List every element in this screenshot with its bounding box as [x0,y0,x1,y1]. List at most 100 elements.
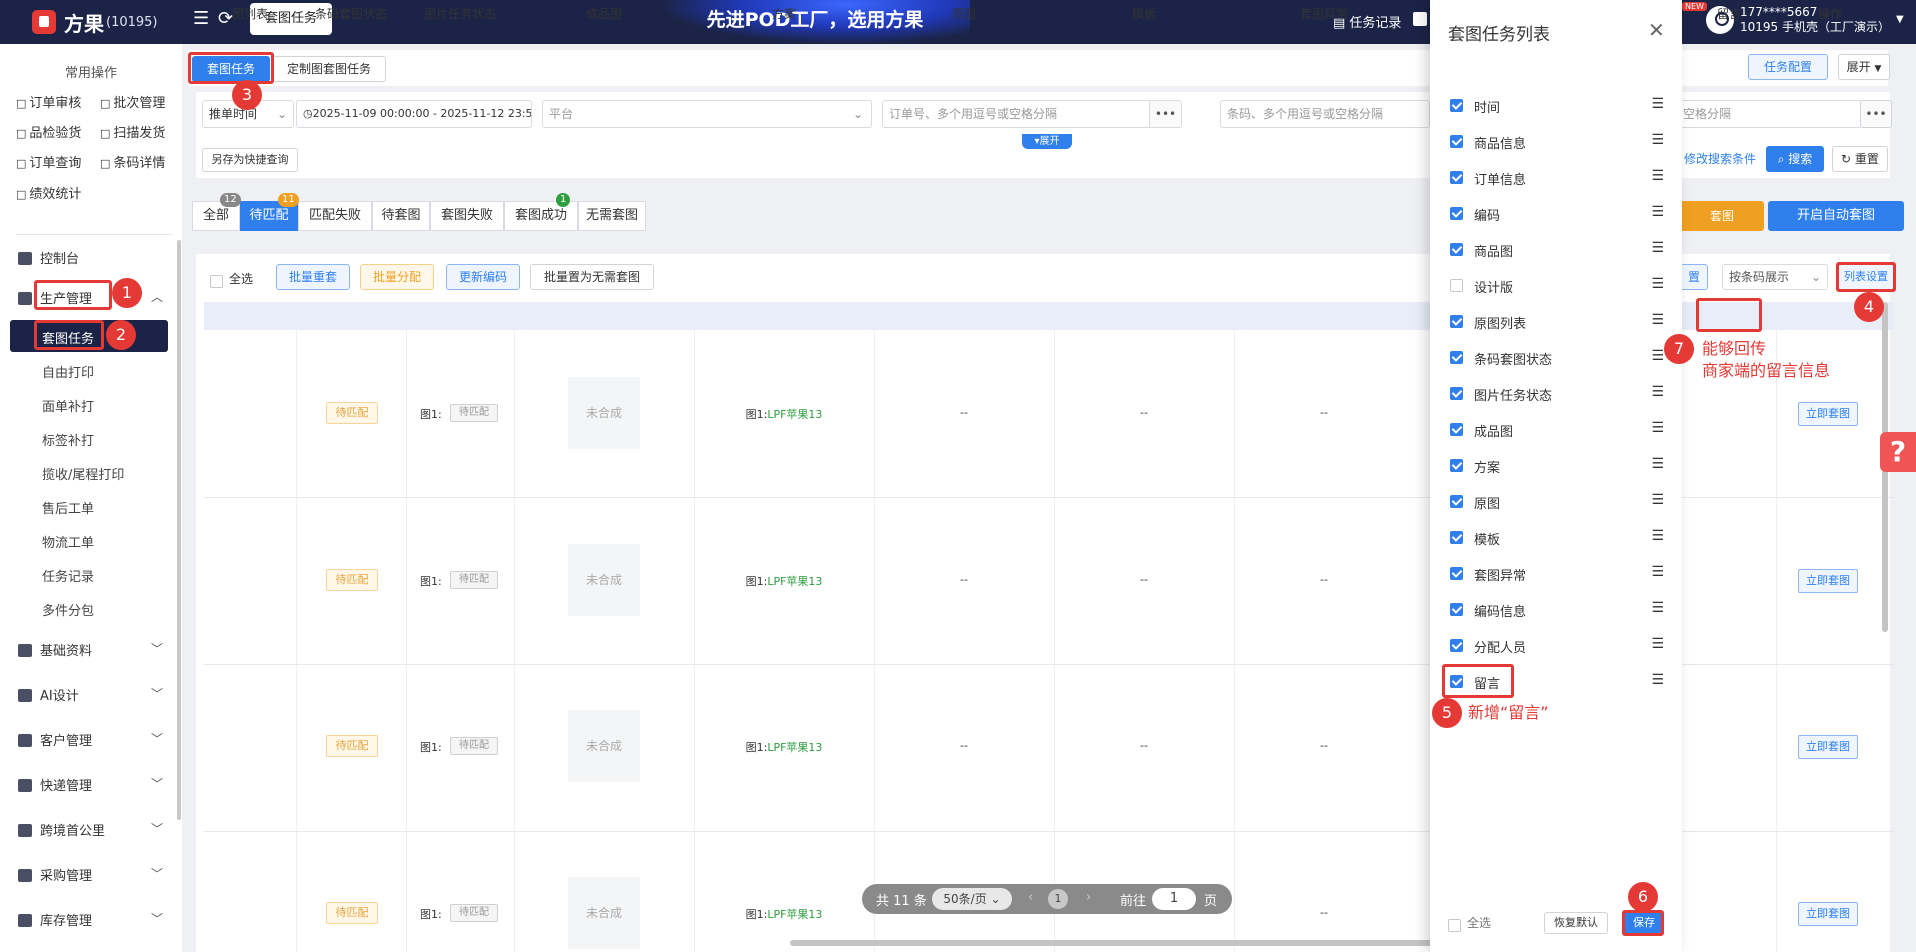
drag-handle-icon[interactable]: ☰ [1651,672,1664,688]
drag-handle-icon[interactable]: ☰ [1651,348,1664,364]
more-dots-button[interactable]: ••• [1860,100,1892,128]
drag-handle-icon[interactable]: ☰ [1651,240,1664,256]
quick-scan-ship[interactable]: 扫描发货 [100,122,165,141]
user-menu-chevron-icon[interactable]: ▼ [1896,14,1904,25]
drag-handle-icon[interactable]: ☰ [1651,204,1664,220]
sidebar-item-customer[interactable]: 客户管理 ﹀ [18,730,163,749]
checkbox-checked-icon[interactable] [1450,495,1463,508]
modify-search-link[interactable]: 修改搜索条件 [1684,150,1756,167]
tab-custom-mockup-task[interactable]: 定制图套图任务 [272,56,386,82]
checkbox-checked-icon[interactable] [1450,135,1463,148]
sidebar-item-basic-data[interactable]: 基础资料 ﹀ [18,640,163,659]
select-all-checkbox[interactable]: 全选 [210,270,253,288]
reset-button[interactable]: ↻ 重置 [1832,146,1888,172]
quick-order-review[interactable]: 订单审核 [16,92,81,111]
sidebar-sub-multi-package[interactable]: 多件分包 [42,600,94,619]
drag-handle-icon[interactable]: ☰ [1651,132,1664,148]
mockup-now-button[interactable]: 立即套图 [1798,735,1858,759]
page-number-current[interactable]: 1 [1048,889,1068,909]
column-option-product-info[interactable]: 商品信息 ☰ [1450,132,1664,152]
next-page-icon[interactable]: › [1086,890,1091,905]
expand-menu-button[interactable]: 展开 ▼ [1838,54,1890,80]
column-option-finished-image[interactable]: 成品图 ☰ [1450,420,1664,440]
brand[interactable]: 方果 (10195) [0,0,182,44]
expand-filters-toggle[interactable]: ▾展开 [1022,134,1072,149]
prev-page-icon[interactable]: ‹ [1028,890,1033,905]
sidebar-scrollbar[interactable] [177,240,181,820]
search-button[interactable]: ⌕ 搜索 [1766,146,1824,172]
checkbox-checked-icon[interactable] [1450,423,1463,436]
plan-name[interactable]: LPF苹果13 [767,908,822,921]
more-dots-icon[interactable]: ••• [1149,101,1181,127]
help-float-icon[interactable]: ? [1880,432,1916,472]
column-option-original-list[interactable]: 原图列表 ☰ [1450,312,1664,332]
quick-performance[interactable]: 绩效统计 [16,183,81,202]
update-code-button[interactable]: 更新编码 [446,264,520,290]
column-option-original[interactable]: 原图 ☰ [1450,492,1664,512]
column-option-design[interactable]: 设计版 ☰ [1450,276,1664,296]
column-option-barcode-status[interactable]: 条码套图状态 ☰ [1450,348,1664,368]
checkbox-checked-icon[interactable] [1450,351,1463,364]
plan-name[interactable]: LPF苹果13 [767,575,822,588]
drag-handle-icon[interactable]: ☰ [1651,384,1664,400]
page-size-select[interactable]: 50条/页 ⌄ [932,888,1012,910]
drag-handle-icon[interactable]: ☰ [1651,168,1664,184]
date-range-input[interactable]: ◷2025-11-09 00:00:00 - 2025-11-12 23:59:… [296,100,532,128]
mockup-now-button[interactable]: 立即套图 [1798,569,1858,593]
close-icon[interactable]: ✕ [1648,18,1665,42]
display-mode-select[interactable]: 按条码展示 ⌄ [1722,264,1828,290]
column-option-assignee[interactable]: 分配人员 ☰ [1450,636,1664,656]
checkbox-checked-icon[interactable] [1450,315,1463,328]
status-tab-pending-mockup[interactable]: 待套图 [372,201,430,231]
column-option-code[interactable]: 编码 ☰ [1450,204,1664,224]
drag-handle-icon[interactable]: ☰ [1651,456,1664,472]
sidebar-item-console[interactable]: 控制台 [18,248,163,267]
drag-handle-icon[interactable]: ☰ [1651,528,1664,544]
table-horizontal-scrollbar[interactable] [790,940,1470,946]
checkbox-unchecked-icon[interactable] [1450,279,1463,292]
batch-assign-button[interactable]: 批量分配 [360,264,434,290]
checkbox-checked-icon[interactable] [1450,639,1463,652]
sidebar-sub-waybill-reprint[interactable]: 面单补打 [42,396,94,415]
sidebar-sub-free-print[interactable]: 自由打印 [42,362,94,381]
barcode-input[interactable]: 条码、多个用逗号或空格分隔 [1220,100,1430,128]
checkbox-checked-icon[interactable] [1450,387,1463,400]
auto-mockup-button[interactable]: 开启自动套图 [1768,201,1904,231]
drag-handle-icon[interactable]: ☰ [1651,276,1664,292]
column-option-mockup-error[interactable]: 套图异常 ☰ [1450,564,1664,584]
drag-handle-icon[interactable]: ☰ [1651,96,1664,112]
sidebar-item-purchase[interactable]: 采购管理 ﹀ [18,865,163,884]
checkbox-checked-icon[interactable] [1450,567,1463,580]
sidebar-sub-logistics[interactable]: 物流工单 [42,532,94,551]
panel-select-all[interactable]: 全选 [1448,914,1491,932]
checkbox-checked-icon[interactable] [1450,171,1463,184]
quick-batch-manage[interactable]: 批次管理 [100,92,165,111]
order-number-input[interactable]: 订单号、多个用逗号或空格分隔 ••• [882,100,1182,128]
column-option-product-image[interactable]: 商品图 ☰ [1450,240,1664,260]
plan-name[interactable]: LPF苹果13 [767,408,822,421]
column-option-order-info[interactable]: 订单信息 ☰ [1450,168,1664,188]
plan-name[interactable]: LPF苹果13 [767,741,822,754]
drag-handle-icon[interactable]: ☰ [1651,564,1664,580]
sidebar-item-inventory[interactable]: 库存管理 ﹀ [18,910,163,929]
help-small-icon[interactable] [1413,12,1427,26]
restore-default-button[interactable]: 恢复默认 [1544,912,1608,934]
save-quick-query-button[interactable]: 另存为快捷查询 [202,148,298,172]
quick-barcode-detail[interactable]: 条码详情 [100,152,165,171]
drag-handle-icon[interactable]: ☰ [1651,420,1664,436]
checkbox-checked-icon[interactable] [1450,459,1463,472]
sidebar-sub-task-record[interactable]: 任务记录 [42,566,94,585]
column-option-time[interactable]: 时间 ☰ [1450,96,1664,116]
sidebar-sub-aftersale[interactable]: 售后工单 [42,498,94,517]
sidebar-item-ai-design[interactable]: AI设计 ﹀ [18,685,163,704]
checkbox-checked-icon[interactable] [1450,603,1463,616]
mockup-now-button[interactable]: 立即套图 [1798,402,1858,426]
column-option-template[interactable]: 模板 ☰ [1450,528,1664,548]
mockup-now-button[interactable]: 立即套图 [1798,902,1858,926]
column-option-image-task-status[interactable]: 图片任务状态 ☰ [1450,384,1664,404]
extra-search-input[interactable]: 空格分隔 [1676,100,1862,128]
sidebar-item-crossborder[interactable]: 跨境首公里 ﹀ [18,820,163,839]
drag-handle-icon[interactable]: ☰ [1651,600,1664,616]
checkbox-checked-icon[interactable] [1450,207,1463,220]
drag-handle-icon[interactable]: ☰ [1651,492,1664,508]
